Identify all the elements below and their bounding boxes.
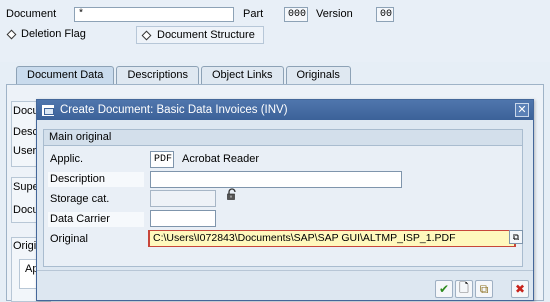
tab-strip: Document Data Descriptions Object Links … — [16, 66, 351, 84]
document-structure-diamond-icon — [141, 30, 152, 40]
tab-descriptions[interactable]: Descriptions — [116, 66, 199, 84]
footer-separator — [37, 270, 533, 271]
data-carrier-label: Data Carrier — [48, 212, 144, 227]
applic-field[interactable]: PDF — [150, 151, 174, 168]
user-label: User — [13, 145, 37, 157]
browse-file-icon[interactable]: ⧉ — [509, 230, 523, 244]
origi-label: Origi — [13, 240, 37, 252]
storage-category-label: Storage cat. — [50, 193, 110, 205]
lock-icon[interactable] — [226, 188, 238, 200]
window-icon — [42, 104, 54, 116]
main-original-group: Main original Applic. PDF Acrobat Reader… — [43, 129, 523, 267]
document-structure-button[interactable]: Document Structure — [136, 26, 264, 44]
deletion-flag-label: Deletion Flag — [21, 28, 86, 40]
description-label: Description — [48, 172, 144, 187]
tab-object-links[interactable]: Object Links — [200, 66, 284, 84]
close-icon[interactable]: ✕ — [515, 103, 529, 117]
version-label: Version — [316, 8, 353, 20]
supe-label: Supe — [13, 181, 39, 193]
dialog-title: Create Document: Basic Data Invoices (IN… — [60, 104, 288, 116]
document-structure-label: Document Structure — [157, 29, 255, 41]
copy-button[interactable]: ⧉ — [475, 280, 493, 298]
part-field[interactable]: 000 — [284, 7, 308, 22]
deletion-flag-diamond-icon — [6, 29, 17, 39]
part-label: Part — [243, 8, 264, 20]
create-document-dialog: Create Document: Basic Data Invoices (IN… — [36, 99, 534, 301]
version-field[interactable]: 00 — [376, 7, 394, 22]
tab-document-data[interactable]: Document Data — [16, 66, 115, 84]
cancel-button[interactable]: ✖ — [511, 280, 529, 298]
tab-originals[interactable]: Originals — [285, 66, 351, 84]
original-label: Original — [50, 233, 88, 245]
original-path-field[interactable]: C:\Users\I072843\Documents\SAP\SAP GUI\A… — [148, 230, 516, 247]
docu-label: Docu — [13, 204, 39, 216]
applic-description: Acrobat Reader — [182, 153, 260, 165]
confirm-button[interactable]: ✔ — [435, 280, 453, 298]
storage-category-field[interactable] — [150, 190, 216, 207]
data-carrier-field[interactable] — [150, 210, 216, 227]
deletion-flag-checkbox[interactable]: Deletion Flag — [6, 28, 86, 40]
new-document-button[interactable]: 🗋 — [455, 280, 473, 298]
desc-label: Desc — [13, 126, 39, 138]
applic-label: Applic. — [50, 153, 84, 165]
description-field[interactable] — [150, 171, 402, 188]
document-label: Document — [6, 8, 57, 20]
document-field[interactable]: * — [74, 7, 234, 22]
main-original-header: Main original — [44, 130, 522, 146]
dialog-title-bar: Create Document: Basic Data Invoices (IN… — [37, 100, 533, 120]
